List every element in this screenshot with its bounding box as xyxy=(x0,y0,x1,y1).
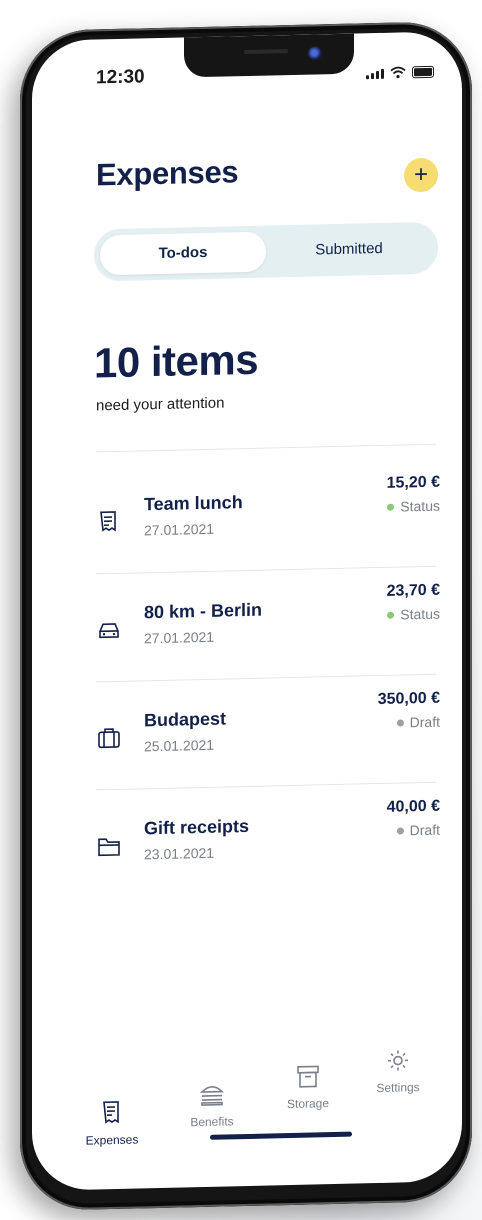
status-badge: Status xyxy=(387,498,440,515)
speaker xyxy=(244,49,288,55)
status-label: Status xyxy=(400,497,440,515)
signal-icon xyxy=(366,68,384,80)
page-title: Expenses xyxy=(96,154,239,193)
status-time: 12:30 xyxy=(96,66,145,89)
item-name: Gift receipts xyxy=(144,815,250,839)
status-badge: Draft xyxy=(396,821,440,839)
gear-icon xyxy=(388,1050,408,1071)
plus-icon: + xyxy=(413,160,428,189)
add-expense-button[interactable]: + xyxy=(404,157,438,193)
notch xyxy=(184,33,354,78)
battery-icon xyxy=(412,65,434,79)
status-label: Draft xyxy=(409,821,440,839)
suitcase-icon xyxy=(98,728,120,749)
item-amount: 40,00 € xyxy=(386,797,440,816)
item-date: 27.01.2021 xyxy=(144,628,215,647)
status-dot xyxy=(387,611,395,619)
item-name: Team lunch xyxy=(144,492,243,515)
tab-to-dos[interactable]: To-dos xyxy=(100,231,266,276)
status-dot xyxy=(396,718,404,727)
status-label: Draft xyxy=(409,713,440,731)
items-count: 10 items xyxy=(94,335,259,387)
segmented-control: To-dos Submitted xyxy=(94,221,438,282)
tab-expenses[interactable]: Expenses xyxy=(72,1098,152,1148)
wifi-icon xyxy=(390,66,406,79)
item-date: 25.01.2021 xyxy=(144,736,215,755)
divider xyxy=(96,443,436,453)
status-dot xyxy=(396,826,404,835)
item-amount: 350,00 € xyxy=(377,689,440,709)
list-item[interactable]: 80 km - Berlin 27.01.2021 23,70 € Status xyxy=(96,572,440,670)
phone-screen: 12:30 Expenses + To-dos Submitted 10 ite… xyxy=(32,31,462,1191)
status-icons xyxy=(366,65,434,80)
list-item[interactable]: Budapest 25.01.2021 350,00 € Draft xyxy=(96,680,440,778)
front-camera xyxy=(308,46,322,61)
tab-bar: Expenses Benefits Storage Settings xyxy=(32,1041,462,1191)
tab-submitted[interactable]: Submitted xyxy=(266,228,432,272)
car-icon xyxy=(99,623,119,639)
tab-storage[interactable]: Storage xyxy=(268,1062,348,1112)
list-item[interactable]: Gift receipts 23.01.2021 40,00 € Draft xyxy=(96,788,440,886)
tab-label: Storage xyxy=(286,1096,330,1112)
burger-icon xyxy=(200,1085,224,1106)
tab-label: Settings xyxy=(376,1080,420,1096)
tab-settings[interactable]: Settings xyxy=(358,1046,438,1096)
status-badge: Draft xyxy=(396,713,440,731)
archive-box-icon xyxy=(297,1065,319,1088)
item-amount: 23,70 € xyxy=(386,581,440,600)
receipt-icon xyxy=(100,511,116,532)
folder-icon xyxy=(98,838,120,857)
item-date: 23.01.2021 xyxy=(144,844,215,863)
item-date: 27.01.2021 xyxy=(144,520,215,539)
items-subtitle: need your attention xyxy=(96,394,225,415)
status-dot xyxy=(387,503,395,511)
tab-label: Expenses xyxy=(85,1132,139,1148)
item-name: Budapest xyxy=(144,708,227,731)
tab-label: Benefits xyxy=(190,1114,234,1130)
tab-benefits[interactable]: Benefits xyxy=(172,1080,252,1130)
item-amount: 15,20 € xyxy=(386,473,440,492)
item-name: 80 km - Berlin xyxy=(144,599,263,623)
list-item[interactable]: Team lunch 27.01.2021 15,20 € Status xyxy=(96,464,440,562)
status-badge: Status xyxy=(387,606,440,623)
receipt-icon xyxy=(103,1101,119,1124)
status-label: Status xyxy=(400,605,440,623)
